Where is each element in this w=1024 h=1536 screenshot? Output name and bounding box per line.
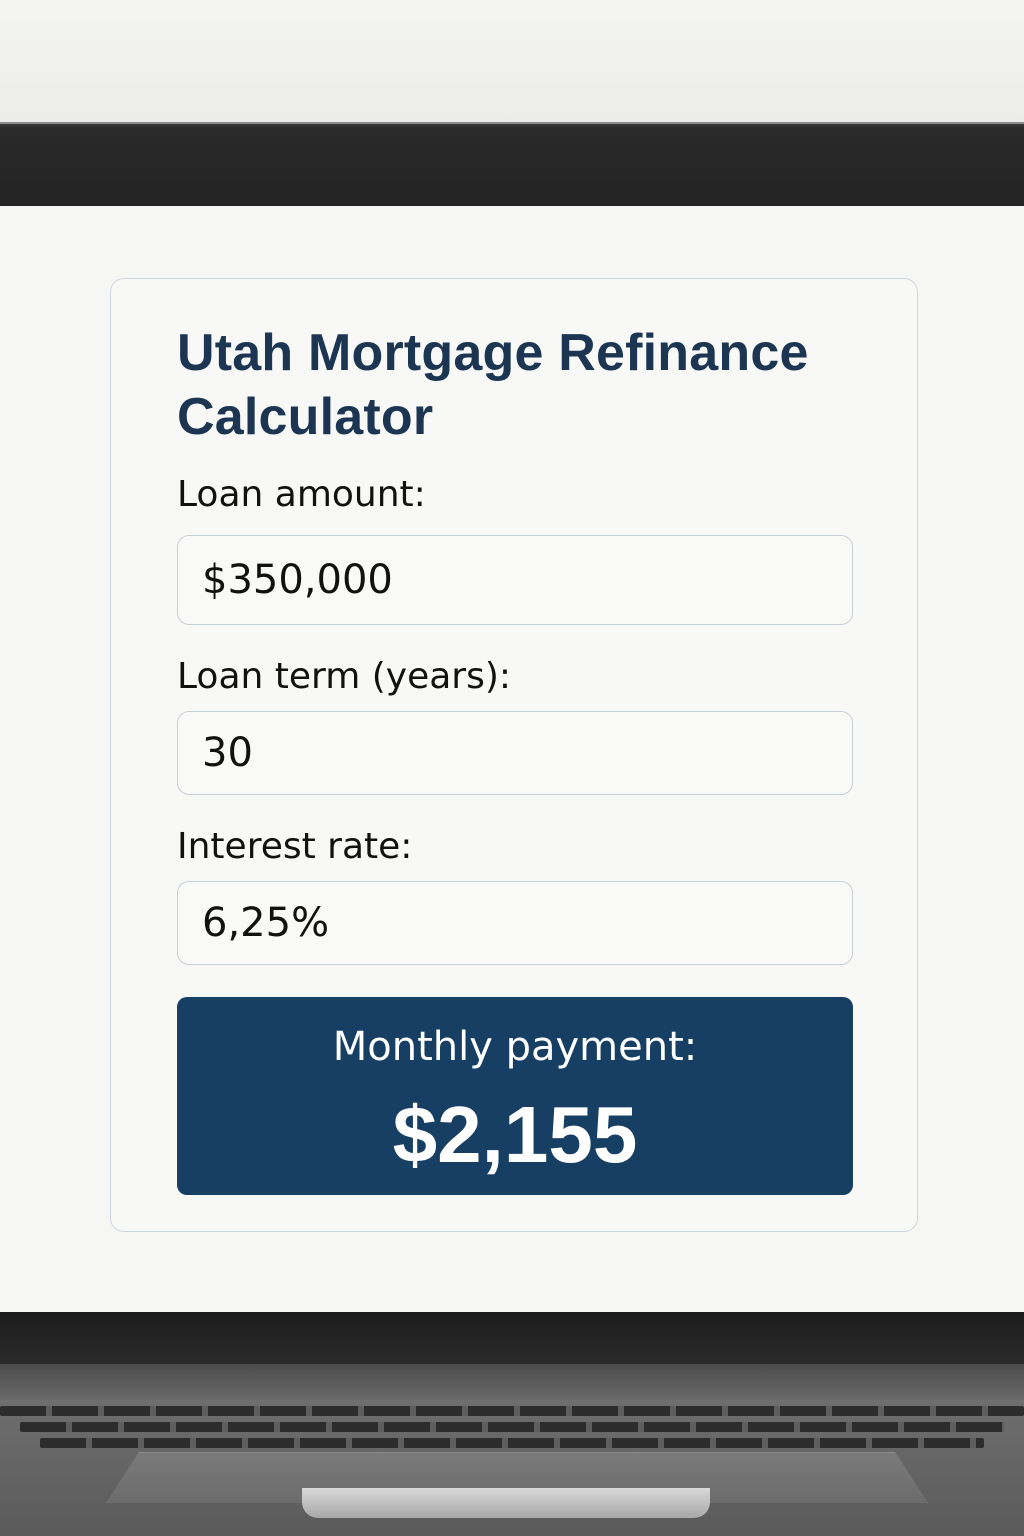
keyboard-key-row bbox=[20, 1422, 1004, 1432]
laptop-screen: Utah Mortgage Refinance Calculator Loan … bbox=[0, 206, 1024, 1312]
loan-amount-label: Loan amount: bbox=[177, 474, 426, 515]
loan-term-label: Loan term (years): bbox=[177, 656, 512, 697]
background-wall bbox=[0, 0, 1024, 124]
monthly-payment-value: $2,155 bbox=[392, 1090, 638, 1179]
calculator-title: Utah Mortgage Refinance Calculator bbox=[177, 324, 809, 446]
loan-term-input[interactable] bbox=[177, 711, 853, 795]
interest-rate-label: Interest rate: bbox=[177, 826, 413, 867]
keyboard-deck bbox=[0, 1400, 1024, 1536]
loan-amount-input[interactable] bbox=[177, 535, 853, 625]
monthly-payment-label: Monthly payment: bbox=[332, 1024, 698, 1070]
keyboard-key-row bbox=[0, 1406, 1024, 1416]
calculator-card: Utah Mortgage Refinance Calculator Loan … bbox=[110, 278, 918, 1232]
interest-rate-input[interactable] bbox=[177, 881, 853, 965]
keyboard-key-row bbox=[40, 1438, 984, 1448]
laptop-bottom-bezel bbox=[0, 1312, 1024, 1364]
laptop-hinge bbox=[0, 1364, 1024, 1400]
laptop-thumb-notch bbox=[302, 1488, 710, 1518]
monthly-payment-panel: Monthly payment: $2,155 bbox=[177, 997, 853, 1195]
laptop-top-bezel bbox=[0, 122, 1024, 208]
